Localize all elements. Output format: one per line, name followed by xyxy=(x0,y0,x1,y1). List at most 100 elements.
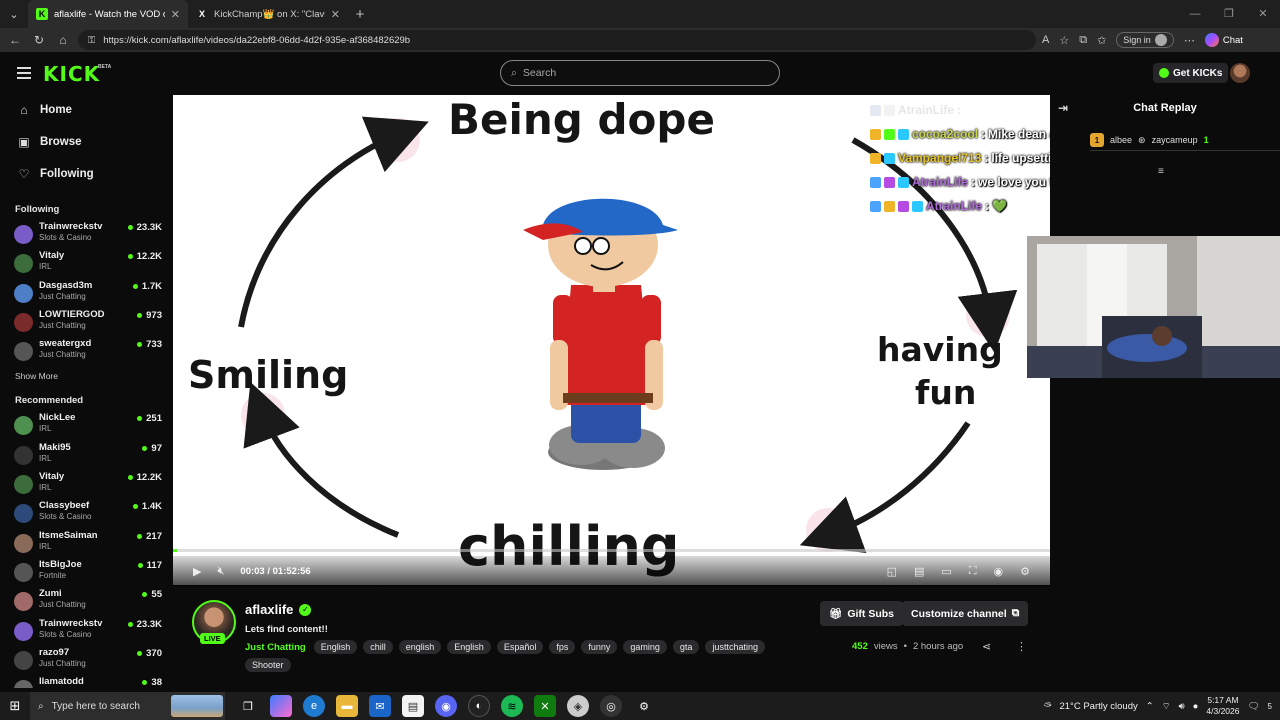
meme-text-top: Being dope xyxy=(448,95,715,144)
kick-logo[interactable]: KICK xyxy=(43,62,100,86)
sidebar-channel[interactable]: Dasgasd3m Just Chatting 1.7K xyxy=(0,278,172,307)
close-window-icon[interactable]: ✕ xyxy=(1246,0,1280,28)
windows-start-icon[interactable]: ⊞ xyxy=(0,698,30,714)
sidebar-channel[interactable]: sweatergxd Just Chatting 733 xyxy=(0,336,172,365)
weather-text[interactable]: 21°C Partly cloudy xyxy=(1059,701,1137,712)
sidebar-channel[interactable]: razo97 Just Chatting 370 xyxy=(0,645,172,674)
mic-icon[interactable]: ● xyxy=(1193,701,1199,712)
spotify-icon[interactable]: ≋ xyxy=(501,695,523,717)
favorites-icon[interactable]: ✩ xyxy=(1097,34,1106,47)
tag-chip[interactable]: English xyxy=(447,640,491,654)
sidebar-channel[interactable]: Vitaly IRL 12.2K xyxy=(0,248,172,277)
tab-x[interactable]: X KickChamp👑 on X: "Clavicular g... ✕ xyxy=(188,0,348,28)
tag-chip[interactable]: Shooter xyxy=(245,658,291,672)
tag-chip[interactable]: gaming xyxy=(623,640,667,654)
discord-icon[interactable]: ◉ xyxy=(435,695,457,717)
favorite-icon[interactable]: ☆ xyxy=(1059,34,1069,47)
taskbar-search[interactable]: ⌕ Type here to search xyxy=(30,692,225,720)
notepad-icon[interactable]: ▤ xyxy=(402,695,424,717)
file-explorer-icon[interactable]: ▬ xyxy=(336,695,358,717)
mute-icon[interactable]: 🔇︎ xyxy=(217,565,224,578)
sidebar-channel[interactable]: ItsmeSaiman IRL 217 xyxy=(0,528,172,557)
settings-icon[interactable]: ⚙ xyxy=(1020,565,1030,578)
sidebar-channel[interactable]: NickLee IRL 251 xyxy=(0,410,172,439)
tag-chip[interactable]: Español xyxy=(496,640,544,654)
customize-channel-button[interactable]: Customize channel ⧉ xyxy=(902,601,1029,626)
sidebar-channel[interactable]: llamatodd 38 xyxy=(0,674,172,688)
settings-app-icon[interactable]: ⚙ xyxy=(633,695,655,717)
more-icon[interactable]: ⋯ xyxy=(1184,34,1195,47)
sidebar-channel[interactable]: Maki95 IRL 97 xyxy=(0,440,172,469)
user-avatar[interactable] xyxy=(1230,63,1250,83)
get-kicks-button[interactable]: Get KICKs xyxy=(1153,63,1229,83)
clip-icon[interactable]: ▤ xyxy=(914,565,924,578)
xbox-icon[interactable]: ✕ xyxy=(534,695,556,717)
channel-name[interactable]: aflaxlife xyxy=(245,602,293,617)
menu-icon[interactable] xyxy=(17,67,31,79)
tag-chip[interactable]: funny xyxy=(581,640,618,654)
new-tab-button[interactable]: + xyxy=(348,6,372,23)
fullscreen-icon[interactable]: ⛶ xyxy=(969,565,977,578)
back-icon[interactable]: ← xyxy=(6,33,24,47)
task-view-icon[interactable]: ❐ xyxy=(237,695,259,717)
theater-icon[interactable]: ▭ xyxy=(941,565,951,578)
show-more-link[interactable]: Show More xyxy=(0,371,172,381)
chat-title: Chat Replay xyxy=(1133,102,1197,114)
overlay-chat-name: cocoa2cool xyxy=(912,127,979,141)
tag-chip[interactable]: english xyxy=(398,640,442,654)
network-icon[interactable]: ⌔ xyxy=(1162,701,1171,712)
url-field[interactable]: ⚿ https://kick.com/aflaxlife/videos/da22… xyxy=(78,30,1036,50)
sidebar-channel[interactable]: LOWTIERGOD Just Chatting 973 xyxy=(0,307,172,336)
playback-speed-icon[interactable]: ◉ xyxy=(994,565,1004,578)
media-app-icon[interactable]: ◐ xyxy=(468,695,490,717)
gift-subs-button[interactable]: 🎁︎ Gift Subs xyxy=(820,601,904,626)
channel-avatar xyxy=(14,621,33,641)
collapse-chat-icon[interactable]: ⇥ xyxy=(1058,101,1068,115)
more-options-icon[interactable]: ⋮ xyxy=(1016,640,1027,653)
sidebar-channel[interactable]: Zumi Just Chatting 55 xyxy=(0,586,172,615)
sign-in-button[interactable]: Sign in xyxy=(1116,32,1174,48)
site-info-icon[interactable]: ⚿ xyxy=(88,35,95,46)
tag-chip[interactable]: justtchating xyxy=(705,640,765,654)
video-progress-bar[interactable] xyxy=(173,549,1050,552)
volume-icon[interactable]: 🔊︎ xyxy=(1179,701,1185,712)
nav-home[interactable]: ⌂ Home xyxy=(0,94,172,126)
tab-kick[interactable]: K aflaxlife - Watch the VOD on Kick ✕ xyxy=(28,0,188,28)
minimize-icon[interactable]: — xyxy=(1178,0,1212,28)
security-app-icon[interactable]: ◈ xyxy=(567,695,589,717)
sidebar-channel[interactable]: Trainwreckstv Slots & Casino 23.3K xyxy=(0,219,172,248)
sidebar-channel[interactable]: Vitaly IRL 12.2K xyxy=(0,469,172,498)
sidebar-channel[interactable]: ItsBigJoe Fortnite 117 xyxy=(0,557,172,586)
read-aloud-icon[interactable]: A xyxy=(1042,34,1049,46)
copilot-app-icon[interactable] xyxy=(270,695,292,717)
recorder-app-icon[interactable]: ◎ xyxy=(600,695,622,717)
viewer-count: 38 xyxy=(142,677,162,688)
copilot-chat-button[interactable]: Chat xyxy=(1204,33,1243,47)
notification-icon[interactable]: 🗨︎ xyxy=(1247,701,1259,712)
chat-filter-icon[interactable]: ≡ xyxy=(1158,166,1164,177)
tag-chip[interactable]: gta xyxy=(672,640,700,654)
maximize-icon[interactable]: ❐ xyxy=(1212,0,1246,28)
tag-chip[interactable]: English xyxy=(313,640,358,654)
nav-browse[interactable]: ▣ Browse xyxy=(0,126,172,158)
tag-chip[interactable]: chill xyxy=(363,640,393,654)
extensions-icon[interactable]: ⧉ xyxy=(1079,34,1087,47)
category-link[interactable]: Just Chatting xyxy=(245,642,306,653)
home-browser-icon[interactable]: ⌂ xyxy=(54,33,72,47)
clock[interactable]: 5:17 AM 4/3/2026 xyxy=(1206,695,1239,717)
close-tab-icon[interactable]: ✕ xyxy=(331,8,340,21)
nav-following[interactable]: ♡ Following xyxy=(0,158,172,190)
refresh-icon[interactable]: ↻ xyxy=(30,33,48,47)
tray-overflow-icon[interactable]: ⌃ xyxy=(1146,701,1154,712)
play-icon[interactable]: ▶ xyxy=(193,565,201,578)
sidebar-channel[interactable]: Trainwreckstv Slots & Casino 23.3K xyxy=(0,616,172,645)
tag-chip[interactable]: fps xyxy=(549,640,576,654)
share-icon[interactable]: ⋖ xyxy=(982,640,991,653)
close-tab-icon[interactable]: ✕ xyxy=(171,8,180,21)
edge-icon[interactable]: e xyxy=(303,695,325,717)
sidebar-channel[interactable]: Classybeef Slots & Casino 1.4K xyxy=(0,498,172,527)
search-input[interactable]: ⌕ Search xyxy=(500,60,780,86)
outlook-icon[interactable]: ✉ xyxy=(369,695,391,717)
miniplayer-icon[interactable]: ◱ xyxy=(887,565,897,578)
tab-actions-icon[interactable]: ⌄ xyxy=(0,0,28,28)
